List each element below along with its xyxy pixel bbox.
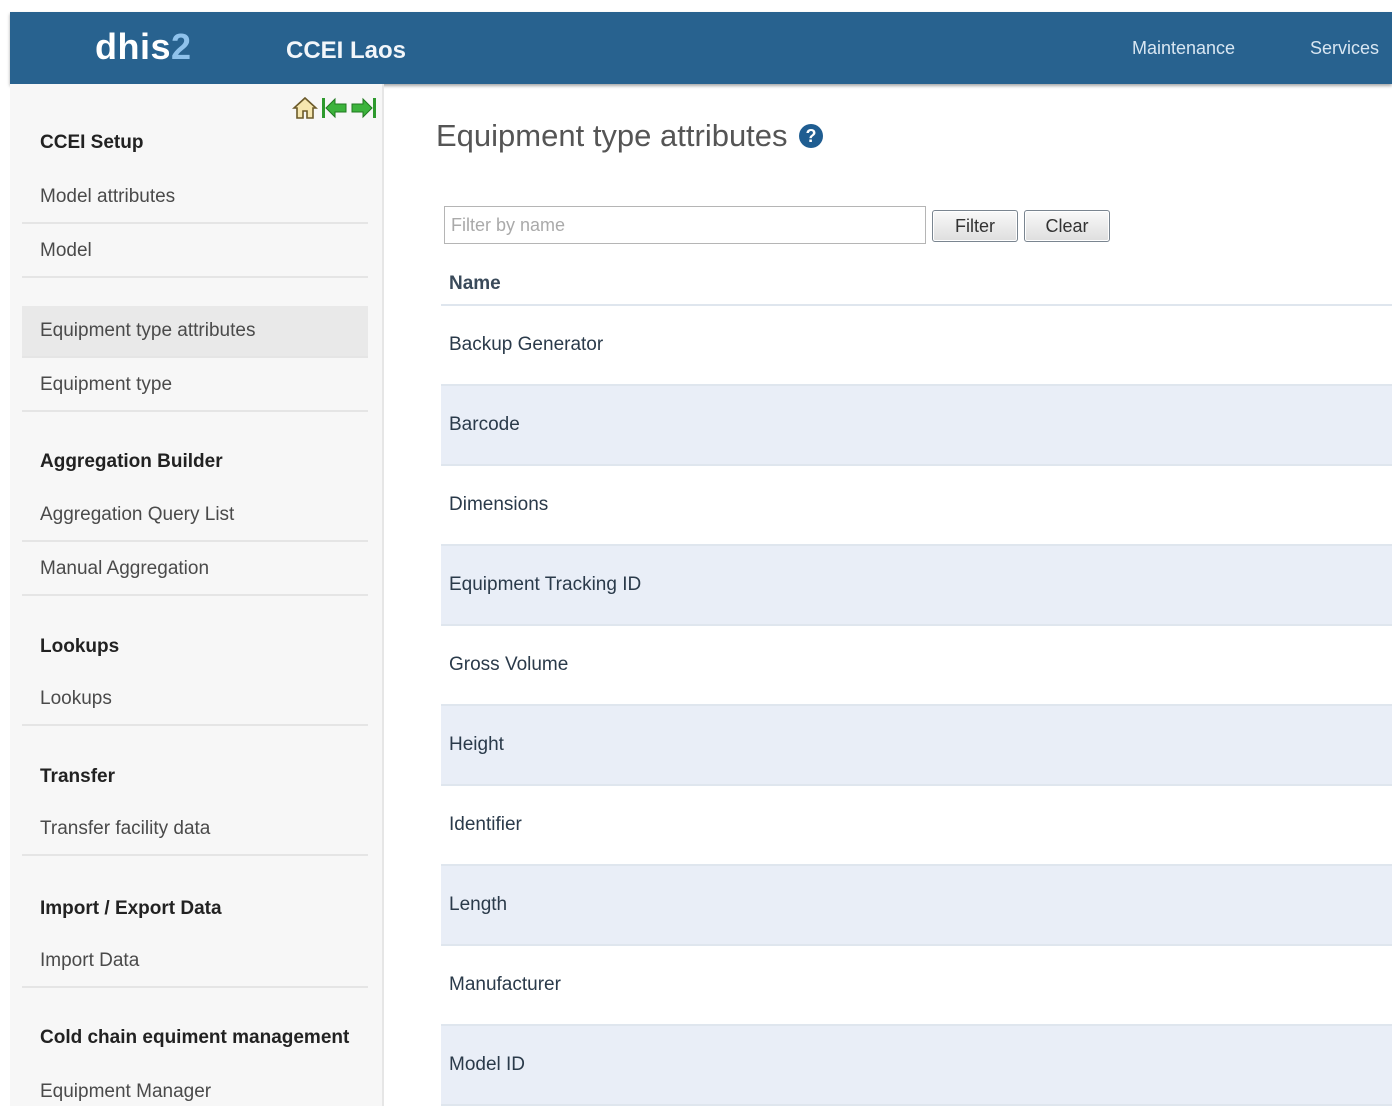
filter-button[interactable]: Filter xyxy=(932,210,1018,242)
table-row[interactable]: Equipment Tracking ID xyxy=(441,546,1392,626)
instance-name: CCEI Laos xyxy=(286,37,407,64)
table-row[interactable]: Length xyxy=(441,866,1392,946)
home-icon[interactable] xyxy=(292,94,318,122)
help-icon[interactable]: ? xyxy=(798,123,824,149)
table-row[interactable]: Dimensions xyxy=(441,466,1392,546)
logo-text: dhis xyxy=(95,26,172,67)
section-ccei-setup: CCEI Setup xyxy=(40,132,144,153)
nav-services[interactable]: Services xyxy=(1310,38,1379,59)
sidebar-item-model-attributes[interactable]: Model attributes xyxy=(22,172,368,224)
table-row[interactable]: Model ID xyxy=(441,1026,1392,1106)
arrow-left-icon[interactable] xyxy=(320,94,348,122)
section-cold-chain: Cold chain equiment management xyxy=(40,1027,350,1048)
arrow-right-icon[interactable] xyxy=(350,94,378,122)
sidebar-item-import-data[interactable]: Import Data xyxy=(22,936,368,988)
table-row[interactable]: Backup Generator xyxy=(441,306,1392,386)
dhis2-logo[interactable]: dhis2 xyxy=(95,26,192,68)
left-sidebar: CCEI Setup Model attributes Model Equipm… xyxy=(10,84,384,1106)
sidebar-item-transfer-facility-data[interactable]: Transfer facility data xyxy=(22,804,368,856)
table-row[interactable]: Gross Volume xyxy=(441,626,1392,706)
sidebar-item-lookups[interactable]: Lookups xyxy=(22,674,368,726)
section-aggregation-builder: Aggregation Builder xyxy=(40,451,223,472)
sidebar-item-model[interactable]: Model xyxy=(22,226,368,278)
svg-text:?: ? xyxy=(805,126,816,146)
table-row[interactable]: Identifier xyxy=(441,786,1392,866)
sidebar-item-aggregation-query-list[interactable]: Aggregation Query List xyxy=(22,490,368,542)
filter-by-name-input[interactable] xyxy=(444,206,926,244)
column-header-name[interactable]: Name xyxy=(441,264,1392,306)
sidebar-item-equipment-type[interactable]: Equipment type xyxy=(22,360,368,412)
main-content: Equipment type attributes ? Filter Clear… xyxy=(384,84,1392,1106)
section-transfer: Transfer xyxy=(40,766,115,787)
table-row[interactable]: Barcode xyxy=(441,386,1392,466)
table-row[interactable]: Manufacturer xyxy=(441,946,1392,1026)
table-row[interactable]: Height xyxy=(441,706,1392,786)
sidebar-item-equipment-manager[interactable]: Equipment Manager xyxy=(22,1066,368,1118)
section-import-export: Import / Export Data xyxy=(40,898,222,919)
page-title: Equipment type attributes ? xyxy=(436,118,824,154)
attributes-table: Backup Generator Barcode Dimensions Equi… xyxy=(441,306,1392,1106)
clear-button[interactable]: Clear xyxy=(1024,210,1110,242)
logo-number: 2 xyxy=(171,26,192,67)
sidebar-item-equipment-type-attributes[interactable]: Equipment type attributes xyxy=(22,306,368,358)
app-header: dhis2 CCEI Laos Maintenance Services xyxy=(10,12,1392,84)
sidebar-nav-icons xyxy=(292,94,378,122)
sidebar-item-manual-aggregation[interactable]: Manual Aggregation xyxy=(22,544,368,596)
section-lookups: Lookups xyxy=(40,636,120,657)
nav-maintenance[interactable]: Maintenance xyxy=(1132,38,1235,59)
top-strip xyxy=(0,0,1392,12)
page-title-text: Equipment type attributes xyxy=(436,118,788,153)
